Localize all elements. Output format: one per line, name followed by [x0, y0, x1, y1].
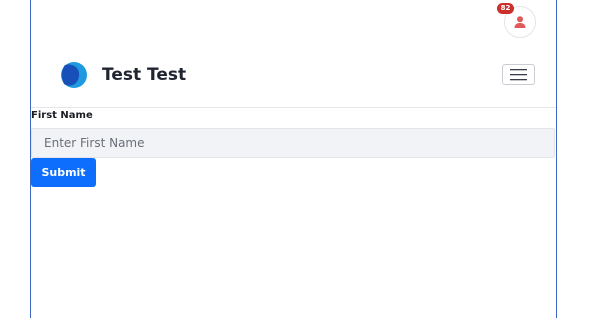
logo-icon: [61, 62, 87, 88]
submit-button[interactable]: Submit: [31, 158, 96, 187]
brand[interactable]: Test Test: [58, 60, 186, 90]
user-icon: [514, 16, 526, 28]
header-divider: [31, 107, 556, 108]
first-name-label: First Name: [31, 110, 93, 121]
first-name-input[interactable]: [31, 128, 555, 158]
brand-name: Test Test: [102, 65, 187, 85]
menu-toggle-button[interactable]: [502, 64, 535, 85]
app-frame: [30, 0, 557, 318]
notification-badge: 82: [497, 3, 514, 14]
hamburger-menu-icon: [510, 69, 527, 81]
